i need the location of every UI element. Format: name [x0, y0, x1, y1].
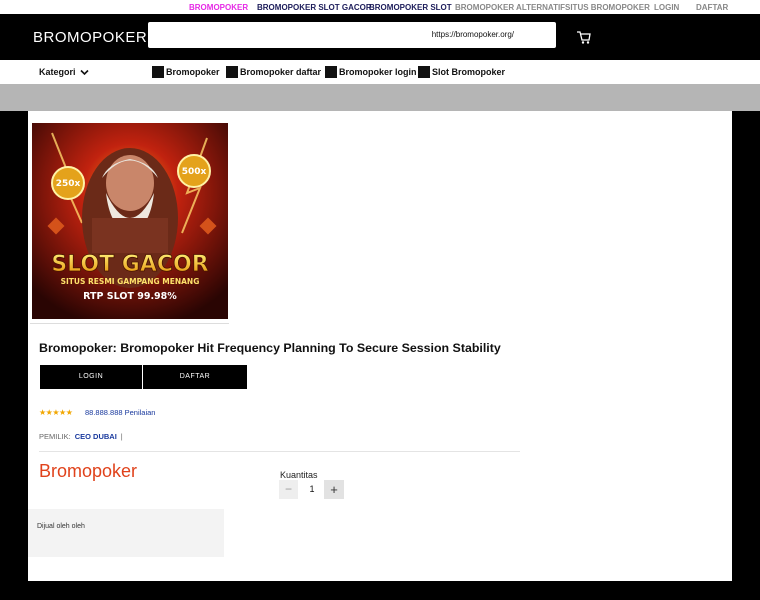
owner-line: PEMILIK: CEO DUBAI | — [39, 432, 123, 441]
image-subline: SITUS RESMI GAMPANG MENANG — [61, 277, 200, 286]
kategori-dropdown[interactable]: Kategori — [39, 67, 76, 77]
topnav-link-login[interactable]: LOGIN — [654, 3, 679, 12]
section-divider — [39, 451, 520, 452]
category-link-bromopoker[interactable]: Bromopoker — [152, 65, 220, 79]
quantity-increase-button[interactable]: + — [324, 480, 344, 499]
login-button[interactable]: LOGIN — [40, 365, 142, 389]
cart-icon[interactable] — [576, 29, 592, 45]
brand-name: Bromopoker — [39, 461, 138, 481]
quantity-decrease-button[interactable]: − — [279, 480, 298, 499]
quantity-label: Kuantitas — [280, 470, 318, 480]
rating-stars-icon: ★★★★★ — [39, 408, 73, 417]
quantity-value[interactable]: 1 — [304, 484, 320, 494]
banner-strip — [0, 84, 760, 111]
category-link-label: Bromopoker — [166, 67, 220, 77]
category-link-daftar[interactable]: Bromopoker daftar — [226, 65, 321, 79]
image-divider — [30, 323, 229, 324]
product-title: Bromopoker: Bromopoker Hit Frequency Pla… — [39, 341, 501, 355]
category-thumb-icon — [226, 66, 238, 78]
topnav-link-alternatif[interactable]: BROMOPOKER ALTERNATIF — [455, 3, 565, 12]
search-input-value: https://bromopoker.org/ — [431, 30, 514, 39]
top-nav: BROMOPOKER BROMOPOKER SLOT GACOR BROMOPO… — [0, 0, 760, 14]
product-panel: 250x 500x SLOT GACOR SITUS RESMI GAMPANG… — [28, 111, 732, 581]
category-thumb-icon — [152, 66, 164, 78]
badge-left-text: 250x — [56, 179, 81, 189]
category-link-label: Slot Bromopoker — [432, 67, 506, 77]
daftar-button[interactable]: DAFTAR — [143, 365, 247, 389]
site-header: BROMOPOKER https://bromopoker.org/ — [0, 14, 760, 60]
topnav-link-slot-gacor[interactable]: BROMOPOKER SLOT GACOR — [257, 3, 372, 12]
category-thumb-icon — [418, 66, 430, 78]
category-link-login[interactable]: Bromopoker login — [325, 65, 417, 79]
topnav-link-daftar[interactable]: DAFTAR — [696, 3, 728, 12]
category-bar: Kategori Bromopoker Bromopoker daftar Br… — [0, 60, 760, 84]
category-link-slot[interactable]: Slot Bromopoker — [418, 65, 505, 79]
image-headline: SLOT GACOR — [51, 252, 208, 277]
search-input[interactable]: https://bromopoker.org/ — [148, 22, 556, 48]
owner-name[interactable]: CEO DUBAI — [75, 432, 117, 441]
image-rtp: RTP SLOT 99.98% — [83, 291, 177, 302]
rating-count[interactable]: 88.888.888 Penilaian — [85, 408, 155, 417]
chevron-down-icon[interactable] — [80, 68, 89, 77]
seller-box: Dijual oleh oleh — [28, 509, 224, 557]
topnav-link-situs[interactable]: SITUS BROMOPOKER — [565, 3, 650, 12]
category-link-label: Bromopoker login — [339, 67, 417, 77]
owner-separator: | — [120, 432, 123, 441]
product-image[interactable]: 250x 500x SLOT GACOR SITUS RESMI GAMPANG… — [32, 123, 228, 319]
site-logo[interactable]: BROMOPOKER — [33, 29, 147, 46]
seller-text: Dijual oleh oleh — [37, 523, 85, 530]
category-link-label: Bromopoker daftar — [240, 67, 322, 77]
category-thumb-icon — [325, 66, 337, 78]
owner-label: PEMILIK: — [39, 432, 71, 441]
badge-right-text: 500x — [182, 167, 207, 177]
topnav-link-bromopoker[interactable]: BROMOPOKER — [189, 3, 248, 12]
topnav-link-slot[interactable]: BROMOPOKER SLOT — [369, 3, 452, 12]
